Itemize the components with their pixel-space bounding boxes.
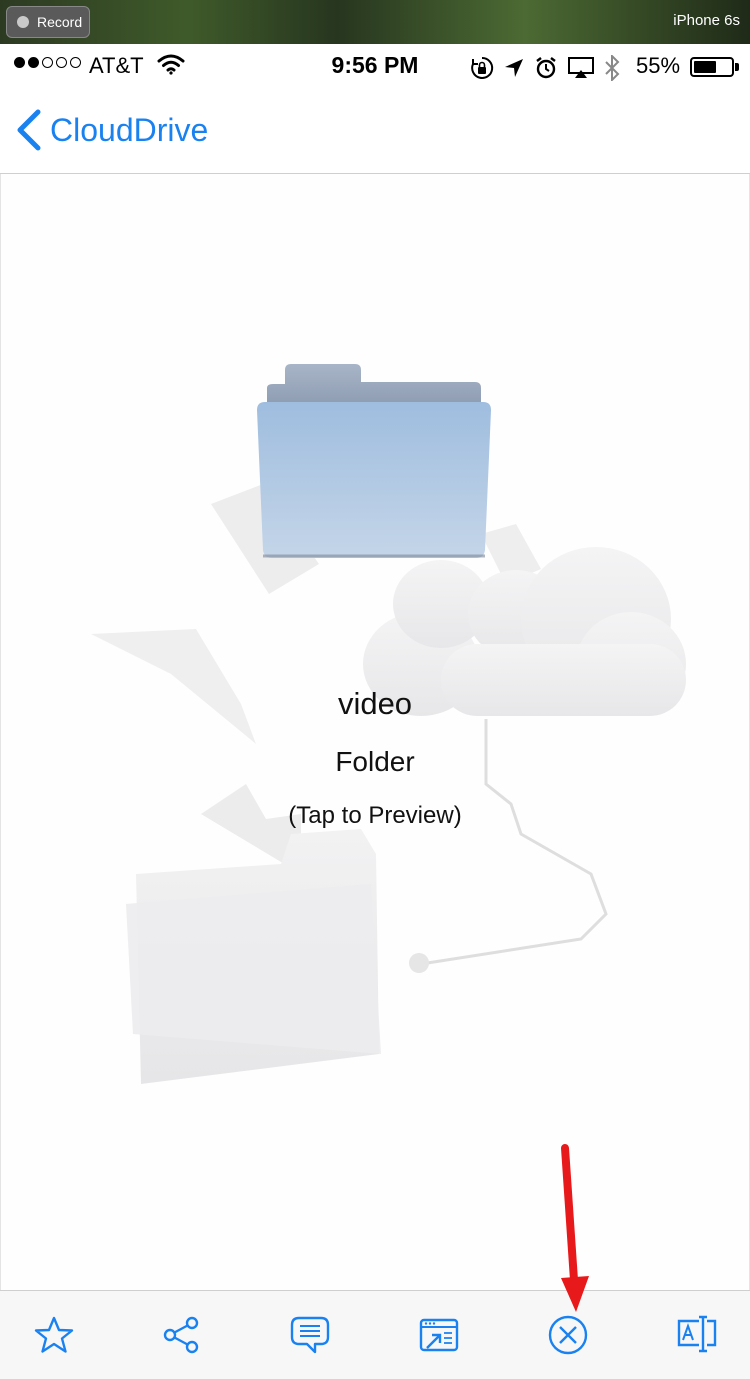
open-in-button[interactable]	[415, 1311, 463, 1359]
open-in-icon	[419, 1318, 459, 1352]
chevron-left-icon	[17, 109, 41, 151]
record-dot-icon	[17, 16, 29, 28]
rename-button[interactable]	[673, 1311, 721, 1359]
item-name: video	[337, 686, 413, 721]
record-label: Record	[37, 14, 83, 30]
bottom-toolbar	[0, 1290, 750, 1379]
item-type: Folder	[335, 746, 415, 777]
status-bar: AT&T 9:56 PM 55%	[0, 44, 750, 88]
comment-icon	[290, 1316, 330, 1354]
folder-icon[interactable]	[251, 364, 496, 564]
cloud-storage-illustration	[91, 484, 686, 1084]
device-name: iPhone 6s	[673, 12, 740, 29]
rename-icon	[677, 1315, 717, 1353]
share-icon	[163, 1316, 199, 1354]
battery-icon	[690, 57, 734, 77]
tap-to-preview-hint[interactable]: (Tap to Preview)	[1, 802, 749, 830]
airplay-icon	[568, 57, 594, 78]
screen-recorder-bar: Record iPhone 6s	[0, 0, 750, 44]
back-label: CloudDrive	[50, 111, 209, 148]
navigation-bar: CloudDrive	[0, 88, 750, 174]
battery-percent: 55%	[636, 53, 681, 78]
bluetooth-icon	[605, 55, 620, 81]
share-button[interactable]	[157, 1311, 205, 1359]
alarm-icon	[536, 57, 556, 79]
location-icon	[505, 59, 523, 77]
favorite-button[interactable]	[30, 1311, 78, 1359]
close-circle-icon	[548, 1315, 588, 1355]
record-button[interactable]: Record	[6, 6, 90, 38]
comment-button[interactable]	[286, 1311, 334, 1359]
delete-button[interactable]	[544, 1311, 592, 1359]
orientation-lock-icon	[471, 56, 494, 79]
star-icon	[34, 1316, 74, 1353]
back-button[interactable]: CloudDrive	[14, 108, 208, 152]
preview-area[interactable]: video Folder (Tap to Preview)	[0, 174, 750, 1290]
